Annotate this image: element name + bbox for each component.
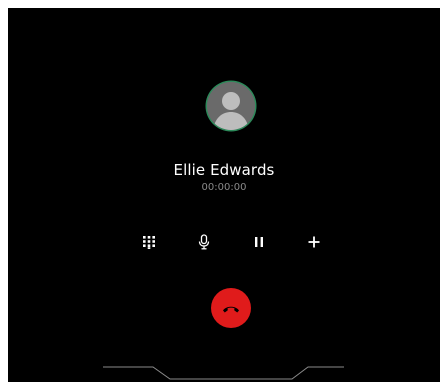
microphone-icon	[198, 234, 210, 250]
caller-name: Ellie Edwards	[173, 161, 275, 179]
call-timer: 00:00:00	[201, 182, 247, 193]
pause-icon	[255, 237, 263, 247]
end-call-button[interactable]	[211, 288, 251, 328]
dialpad-icon	[143, 236, 155, 249]
caller-avatar	[207, 82, 255, 130]
person-icon	[207, 82, 255, 130]
call-screen: Ellie Edwards 00:00:00	[8, 8, 440, 382]
add-icon	[308, 236, 320, 248]
dialpad-button[interactable]	[138, 231, 160, 253]
bottom-bar-outline	[103, 366, 344, 380]
hold-button[interactable]	[248, 231, 270, 253]
hang-up-icon	[223, 306, 239, 313]
add-call-button[interactable]	[303, 231, 325, 253]
mute-button[interactable]	[193, 231, 215, 253]
